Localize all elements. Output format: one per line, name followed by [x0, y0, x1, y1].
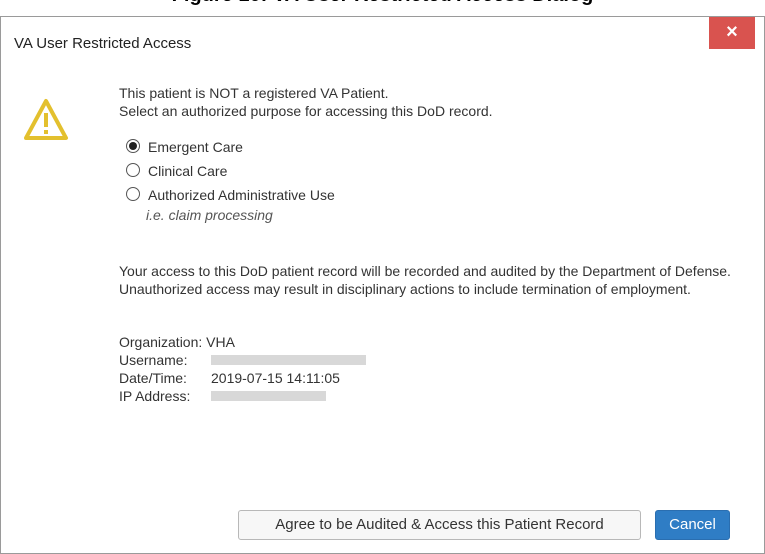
radio-label: Emergent Care — [148, 139, 243, 155]
dialog-title: VA User Restricted Access — [14, 35, 192, 52]
radio-icon[interactable] — [126, 139, 140, 153]
datetime-value: 2019-07-15 14:11:05 — [211, 370, 340, 386]
username-label: Username: — [119, 352, 188, 368]
radio-label: Authorized Administrative Use — [148, 187, 335, 203]
ip-address-value-redacted — [211, 387, 326, 405]
dialog-titlebar: VA User Restricted Access × — [1, 17, 764, 65]
radio-icon[interactable] — [126, 187, 140, 201]
username-row: Username: — [119, 351, 366, 369]
ip-address-label: IP Address: — [119, 388, 191, 404]
radio-label: Clinical Care — [148, 163, 228, 179]
radio-icon[interactable] — [126, 163, 140, 177]
cancel-button[interactable]: Cancel — [655, 510, 730, 540]
message-line-1: This patient is NOT a registered VA Pati… — [119, 85, 389, 101]
close-button[interactable]: × — [709, 17, 755, 49]
message-line-2: Select an authorized purpose for accessi… — [119, 103, 493, 119]
datetime-label: Date/Time: — [119, 370, 187, 386]
audit-notice: Your access to this DoD patient record w… — [119, 263, 731, 297]
radio-option-emergent-care[interactable]: Emergent Care — [126, 137, 243, 157]
warning-icon — [24, 99, 68, 140]
organization-row: Organization: VHA — [119, 333, 235, 351]
figure-caption: Figure 10: VA User Restricted Access Dia… — [0, 0, 765, 12]
option-note: i.e. claim processing — [146, 207, 273, 223]
username-value-redacted — [211, 351, 366, 369]
restricted-access-dialog: VA User Restricted Access × This patient… — [0, 16, 765, 554]
datetime-row: Date/Time: 2019-07-15 14:11:05 — [119, 369, 340, 387]
radio-option-clinical-care[interactable]: Clinical Care — [126, 161, 227, 181]
organization-label: Organization: — [119, 334, 203, 350]
ip-address-row: IP Address: — [119, 387, 326, 405]
organization-value: VHA — [206, 334, 235, 350]
agree-audit-access-button[interactable]: Agree to be Audited & Access this Patien… — [238, 510, 641, 540]
radio-option-authorized-admin-use[interactable]: Authorized Administrative Use — [126, 185, 335, 205]
close-icon: × — [726, 21, 738, 43]
